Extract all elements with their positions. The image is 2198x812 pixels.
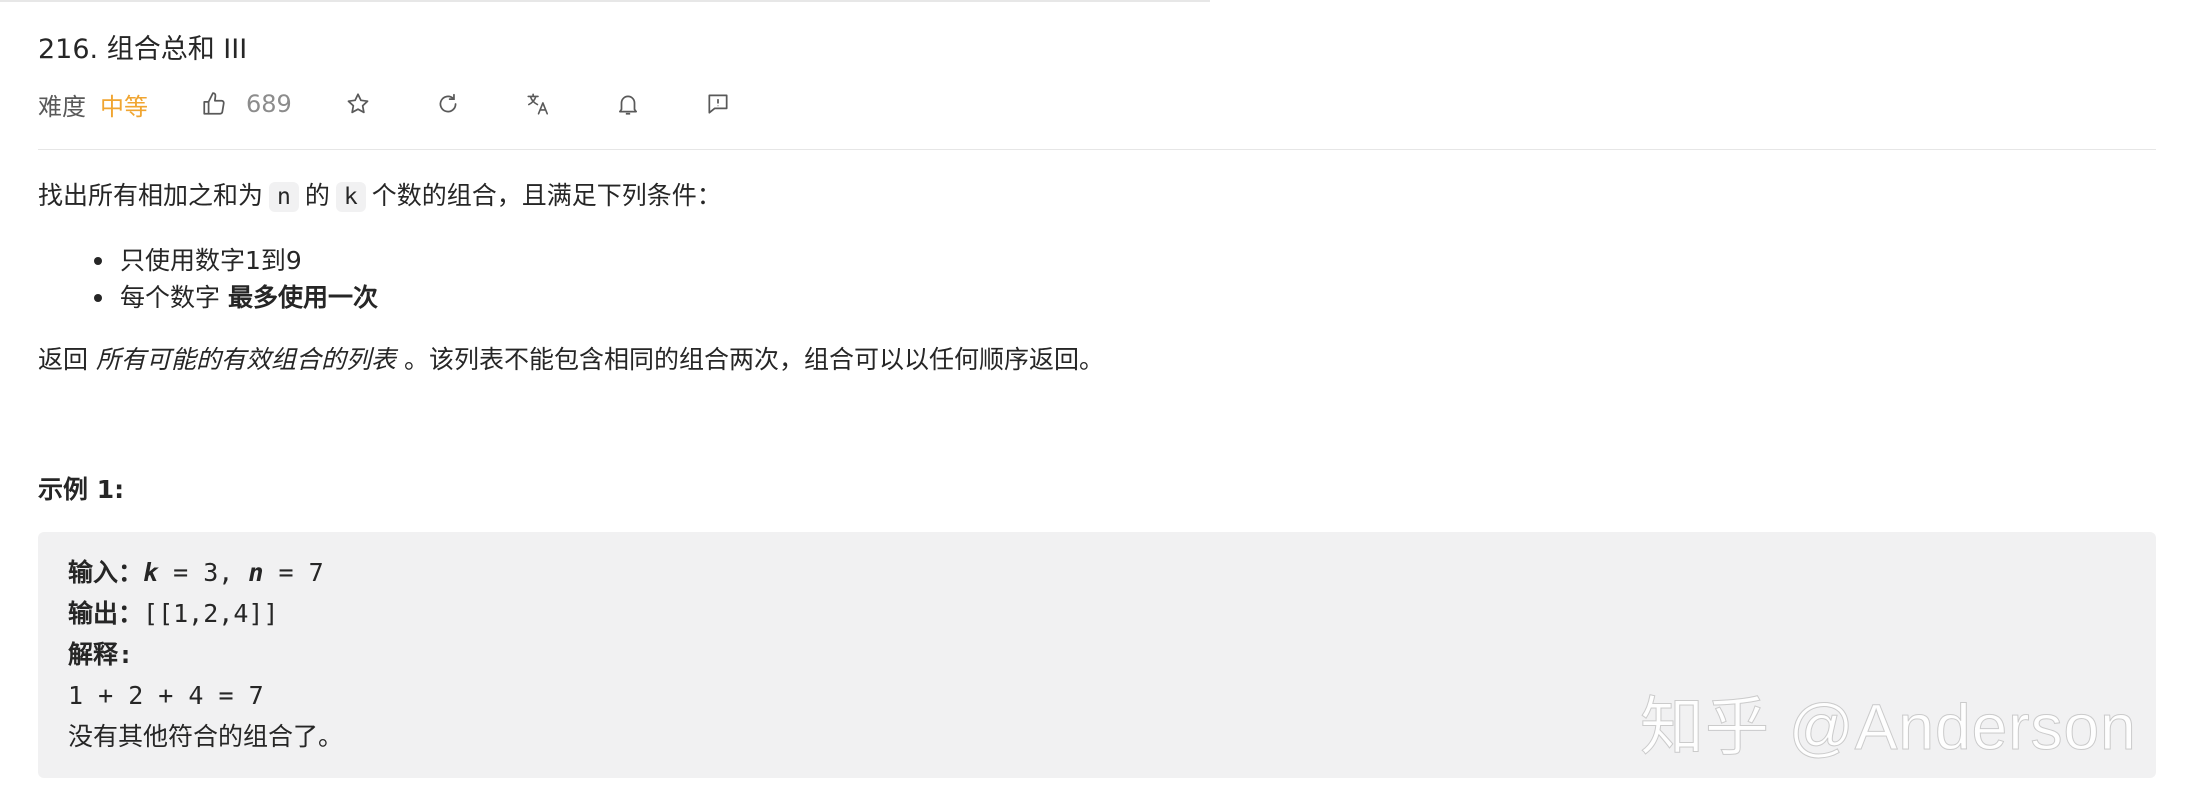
like-count: 689 (246, 90, 292, 118)
refresh-icon[interactable] (432, 88, 464, 120)
top-border (0, 0, 1210, 2)
star-icon[interactable] (342, 88, 374, 120)
list-item: 每个数字 最多使用一次 (90, 279, 378, 316)
problem-meta-bar: 难度 中等 689 (38, 84, 734, 124)
explain-label: 解释: (68, 640, 134, 669)
intro-text-a: 找出所有相加之和为 (38, 181, 264, 210)
like-button[interactable]: 689 (198, 88, 292, 120)
input-n: n (248, 558, 264, 587)
watermark: 知乎 @Anderson (1640, 691, 2137, 764)
feedback-icon[interactable] (702, 88, 734, 120)
example-title: 示例 1: (38, 475, 125, 504)
input-label: 输入： (68, 558, 144, 587)
problem-title: 216. 组合总和 III (38, 34, 248, 65)
description-return: 返回 所有可能的有效组合的列表 。该列表不能包含相同的组合两次，组合可以以任何顺… (38, 342, 1104, 378)
thumbs-up-icon (198, 88, 230, 120)
example-content: 输入：k = 3, n = 7 输出：[[1,2,4]] 解释: 1 + 2 + 4 … (68, 552, 343, 757)
condition-2-bold: 最多使用一次 (227, 283, 378, 312)
difficulty-label: 难度 (38, 92, 86, 121)
conditions-list: 只使用数字1到9 每个数字 最多使用一次 (90, 242, 378, 316)
input-mid: = 3, (158, 558, 249, 587)
input-end: = 7 (263, 558, 324, 587)
output-label: 输出： (68, 599, 144, 628)
intro-text-c: 个数的组合，且满足下列条件： (371, 181, 722, 210)
description-intro: 找出所有相加之和为 n 的 k 个数的组合，且满足下列条件： (38, 178, 722, 215)
input-k: k (143, 558, 159, 587)
header-divider (38, 149, 2156, 150)
translate-icon[interactable] (522, 88, 554, 120)
example-explain-line2: 没有其他符合的组合了。 (68, 722, 344, 751)
example-explain-label-line: 解释: (68, 634, 343, 675)
example-explain-line1: 1 + 2 + 4 = 7 (68, 681, 264, 710)
return-text-a: 返回 (38, 345, 89, 374)
condition-2: 每个数字 (120, 283, 221, 312)
example-output-line: 输出：[[1,2,4]] (68, 593, 343, 634)
return-text-b: 。该列表不能包含相同的组合两次，组合可以以任何顺序返回。 (403, 345, 1104, 374)
list-item: 只使用数字1到9 (90, 242, 378, 279)
bell-icon[interactable] (612, 88, 644, 120)
return-italic: 所有可能的有效组合的列表 (95, 345, 396, 374)
output-value: [[1,2,4]] (143, 599, 279, 628)
intro-text-b: 的 (304, 181, 330, 210)
difficulty-value: 中等 (100, 92, 148, 121)
var-k-code: k (335, 182, 366, 212)
condition-1: 只使用数字1到9 (120, 246, 302, 275)
var-n-code: n (269, 182, 299, 212)
example-input-line: 输入：k = 3, n = 7 (68, 552, 343, 593)
